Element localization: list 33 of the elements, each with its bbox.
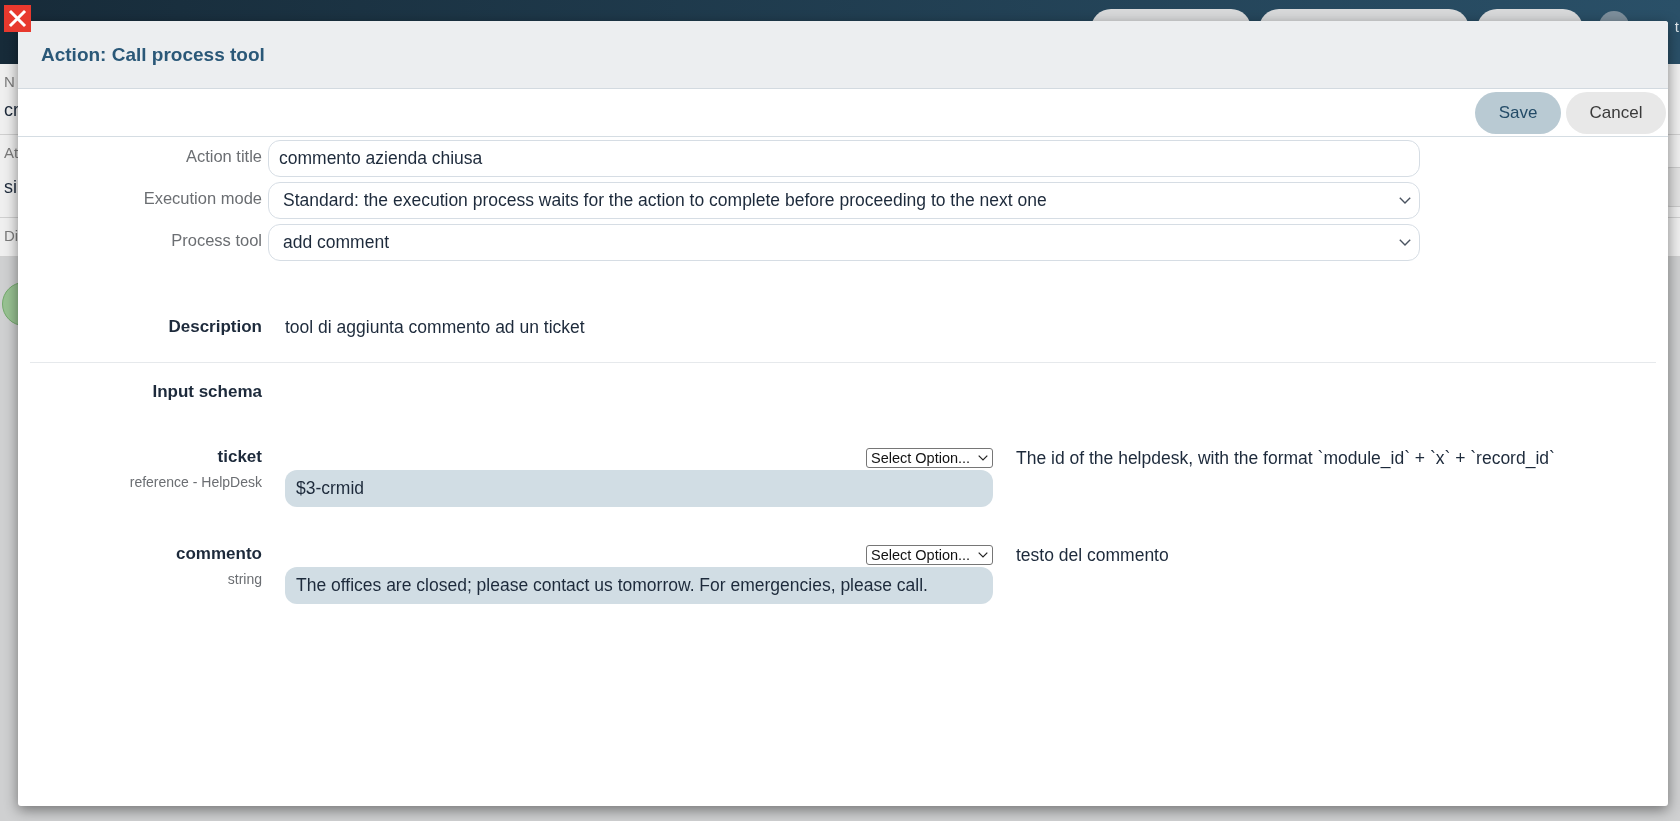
option-select[interactable]: Select Option... [866, 545, 993, 565]
chevron-down-icon [978, 455, 988, 461]
select-field[interactable]: add comment [268, 224, 1420, 261]
chevron-down-icon [1399, 239, 1411, 246]
field-value: si [4, 176, 17, 199]
dialog-title: Action: Call process tool [41, 43, 265, 66]
value-field[interactable]: The offices are closed; please contact us tomorrow. For emergencies, please call. [285, 567, 993, 604]
option-select[interactable]: Select Option... [866, 448, 993, 468]
chevron-down-icon [1399, 197, 1411, 204]
field-label: At [4, 143, 19, 163]
field-label: Execution mode [143, 188, 262, 208]
text-field[interactable]: commento azienda chiusa [268, 140, 1420, 177]
parameter-type: reference - HelpDesk [129, 473, 262, 491]
description-label: Description [168, 316, 262, 338]
field-label: Di [4, 226, 19, 246]
header-text: t [1674, 18, 1679, 36]
value-field[interactable]: $3-crmid [285, 470, 993, 507]
parameter-help-text: The id of the helpdesk, with the format `module_id` + `x` + `record_id` [1016, 447, 1555, 469]
parameter-help-text: testo del commento [1016, 544, 1169, 566]
field-label: Action title [185, 146, 262, 166]
select-field[interactable]: Standard: the execution process waits for the action to complete before proceeding to the next one [268, 182, 1420, 219]
parameter-type: string [227, 570, 262, 588]
chevron-down-icon [978, 552, 988, 558]
save-button[interactable]: Save [1475, 91, 1561, 134]
field-value: cr [4, 99, 19, 122]
section-heading: Input schema [152, 381, 262, 403]
description-text: tool di aggiunta commento ad un ticket [285, 316, 585, 338]
close-icon[interactable] [4, 5, 31, 32]
parameter-name: ticket [217, 446, 262, 468]
parameter-name: commento [176, 543, 262, 565]
cancel-button[interactable]: Cancel [1566, 91, 1666, 134]
field-label: Process tool [171, 230, 262, 250]
field-label: N [4, 72, 15, 92]
